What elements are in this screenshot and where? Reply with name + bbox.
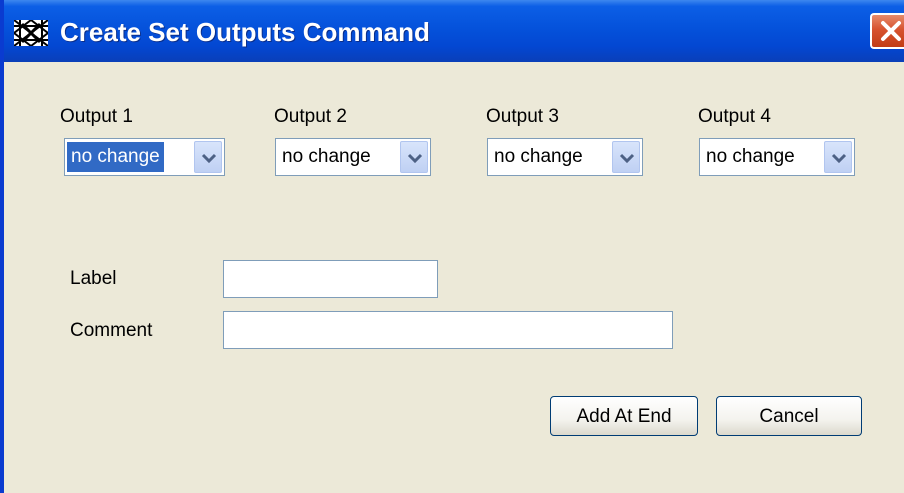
comment-input[interactable] [223, 311, 673, 349]
title-bar[interactable]: Create Set Outputs Command [4, 0, 904, 62]
output-2-dropdown-button[interactable] [400, 141, 428, 173]
comment-caption: Comment [70, 320, 153, 341]
output-3-value: no change [494, 146, 583, 167]
cancel-button[interactable]: Cancel [716, 396, 862, 436]
output-1-select[interactable]: no change [64, 138, 225, 176]
chevron-down-icon [831, 153, 847, 164]
output-3-label: Output 3 [486, 106, 559, 127]
output-2-value: no change [282, 146, 371, 167]
window-title: Create Set Outputs Command [60, 17, 430, 47]
output-1-value: no change [67, 142, 164, 172]
label-caption: Label [70, 268, 117, 289]
app-pattern-icon [14, 20, 48, 46]
output-2-select[interactable]: no change [275, 138, 431, 176]
close-button[interactable] [870, 13, 904, 49]
output-4-select[interactable]: no change [699, 138, 855, 176]
output-4-label: Output 4 [698, 106, 771, 127]
label-input[interactable] [223, 260, 438, 298]
output-2-label: Output 2 [274, 106, 347, 127]
add-at-end-button[interactable]: Add At End [550, 396, 698, 436]
close-icon [881, 21, 901, 41]
chevron-down-icon [619, 153, 635, 164]
chevron-down-icon [407, 153, 423, 164]
output-4-value: no change [706, 146, 795, 167]
output-3-select[interactable]: no change [487, 138, 643, 176]
output-1-dropdown-button[interactable] [194, 141, 222, 173]
output-3-dropdown-button[interactable] [612, 141, 640, 173]
output-1-label: Output 1 [60, 106, 133, 127]
output-4-dropdown-button[interactable] [824, 141, 852, 173]
chevron-down-icon [201, 153, 217, 164]
dialog-window: Create Set Outputs Command Output 1 no c… [0, 0, 904, 493]
dialog-client-area: Output 1 no change Output 2 no change Ou… [8, 62, 904, 493]
